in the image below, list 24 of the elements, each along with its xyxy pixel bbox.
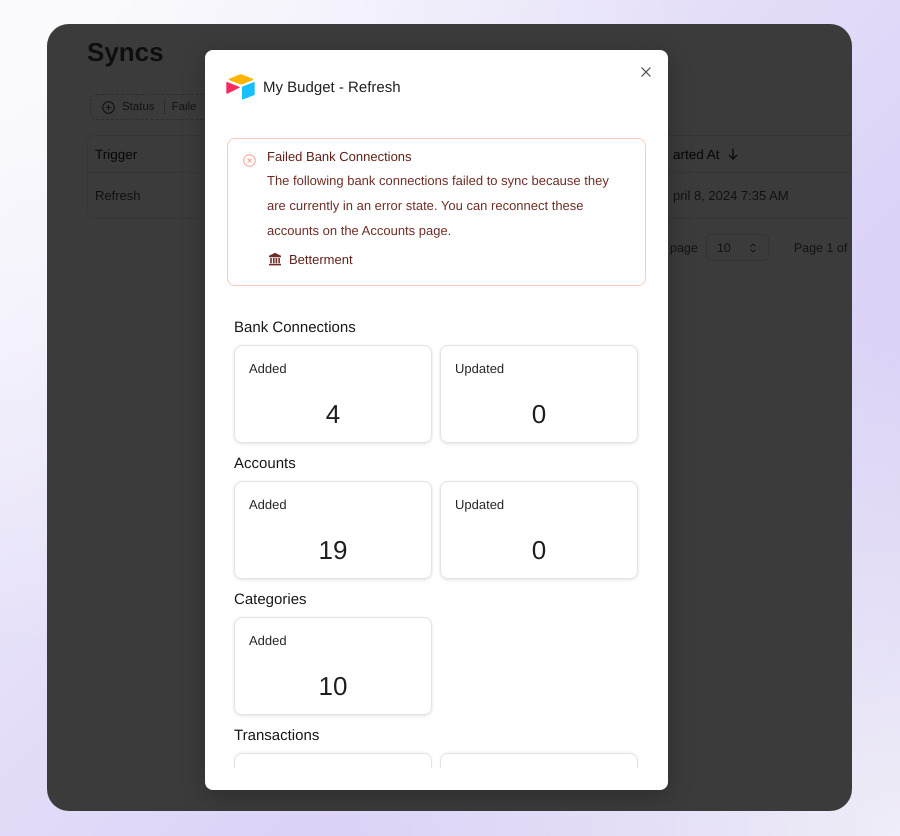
close-icon bbox=[641, 67, 651, 77]
bank-icon bbox=[268, 252, 282, 266]
stat-value: 0 bbox=[530, 534, 548, 566]
dialog-title: My Budget - Refresh bbox=[263, 78, 401, 96]
alert-message: The following bank connections failed to sync because they are currently in an error state. You can reconnect these accounts on the Accounts page. bbox=[267, 172, 610, 240]
error-circle-icon bbox=[243, 154, 256, 167]
section-title: Transactions bbox=[234, 727, 320, 745]
alert-title: Failed Bank Connections bbox=[267, 148, 413, 166]
stat-label: Added bbox=[249, 633, 288, 649]
stat-value: 0 bbox=[530, 398, 548, 430]
logo-icon bbox=[226, 74, 256, 100]
chevron-up-down-icon bbox=[748, 242, 757, 254]
stat-label: Updated bbox=[455, 497, 506, 513]
stat-value: 10 bbox=[318, 670, 348, 702]
stat-label: Added bbox=[249, 361, 288, 377]
section-title: Bank Connections bbox=[234, 319, 357, 337]
stat-label: Updated bbox=[455, 361, 506, 377]
bank-name: Betterment bbox=[289, 252, 353, 266]
stat-value: 4 bbox=[324, 398, 342, 430]
section-title: Accounts bbox=[234, 455, 297, 473]
section-title: Categories bbox=[234, 591, 308, 609]
plus-circle-icon bbox=[102, 100, 115, 114]
stat-label: Added bbox=[249, 497, 288, 513]
stat-value: 19 bbox=[318, 534, 348, 566]
